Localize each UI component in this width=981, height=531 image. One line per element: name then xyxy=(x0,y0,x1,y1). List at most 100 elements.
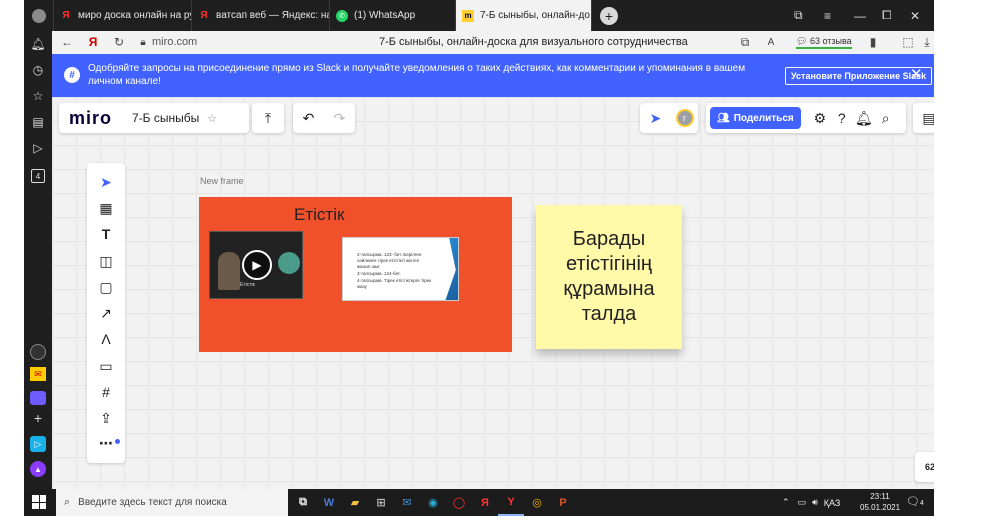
download-icon[interactable]: ⤓ xyxy=(918,35,934,50)
yandex-icon: Я xyxy=(62,10,70,21)
settings-sliders-icon[interactable]: ⚙ xyxy=(809,110,831,127)
chrome-icon[interactable]: ◎ xyxy=(524,489,550,516)
mail-icon[interactable]: ✉ xyxy=(30,367,46,381)
frame[interactable]: Етістік ▶ Етістік 2-тапсырма. 123- бет. … xyxy=(199,197,512,352)
close-window-icon[interactable]: ✕ xyxy=(910,0,920,31)
board-menu-button[interactable]: ▤ xyxy=(913,103,934,133)
users-icon: 👥︎ xyxy=(717,112,730,124)
sticky-note[interactable]: Барады етістігінің құрамына талда xyxy=(536,205,682,349)
zoom-level[interactable]: 62% xyxy=(915,452,934,482)
add-icon[interactable]: + xyxy=(31,410,45,426)
tabs-count-icon[interactable]: 4 xyxy=(31,169,45,183)
page-title: 7-Б сыныбы, онлайн-доска для визуального… xyxy=(379,36,688,48)
reviews-badge[interactable]: 💬︎ 63 отзыва xyxy=(796,36,852,49)
extensions-icon[interactable]: ⬚ xyxy=(899,35,917,49)
upload-icon: ⤒ xyxy=(264,109,272,126)
globe-image xyxy=(278,252,300,274)
mail-icon[interactable]: ✉ xyxy=(394,489,420,516)
translate-icon[interactable]: A xyxy=(762,37,780,48)
menu-icon[interactable]: ≡ xyxy=(824,0,831,31)
shape-icon[interactable]: ▢ xyxy=(96,277,116,297)
chevron-up-icon[interactable]: ⌃ xyxy=(782,497,790,508)
history-icon[interactable]: ◷ xyxy=(31,63,45,77)
profile-avatar[interactable] xyxy=(24,0,54,31)
store-icon[interactable]: ⊞ xyxy=(368,489,394,516)
alice-icon[interactable] xyxy=(30,344,46,360)
video-embed[interactable]: ▶ Етістік xyxy=(209,231,303,299)
bookmark-star-icon[interactable]: ☆ xyxy=(31,89,45,103)
slide-image[interactable]: 2-тапсырма. 123- бет. Берілген сөйлемге … xyxy=(342,237,459,301)
clock[interactable]: 23:11 05.01.2021 xyxy=(860,491,900,513)
bookmark-icon[interactable]: ▮ xyxy=(864,35,882,49)
volume-icon[interactable]: 🔊︎ xyxy=(812,497,818,508)
zen-icon[interactable]: ▷ xyxy=(30,436,46,452)
file-explorer-icon[interactable]: ▰ xyxy=(342,489,368,516)
tab-miro-search[interactable]: Я миро доска онлайн на ру xyxy=(54,0,192,31)
avatar[interactable]: г xyxy=(675,109,694,127)
windows-start-icon[interactable] xyxy=(32,495,46,509)
back-icon[interactable]: ← xyxy=(58,35,76,49)
yandex-icon[interactable]: Я xyxy=(472,489,498,516)
alice-assistant-icon[interactable]: ▲ xyxy=(30,461,46,477)
slide-line: жазу xyxy=(357,284,367,289)
edge-icon[interactable]: ◉ xyxy=(420,489,446,516)
messenger-icon[interactable] xyxy=(30,391,46,405)
board-name[interactable]: 7-Б сыныбы xyxy=(132,111,199,125)
sticky-note-icon[interactable]: ◫ xyxy=(96,251,116,271)
close-icon[interactable]: ✕ xyxy=(910,65,923,83)
redo-icon[interactable]: ↷ xyxy=(329,110,351,127)
notifications-icon[interactable]: 🔔︎ xyxy=(853,110,875,127)
star-icon[interactable]: ☆ xyxy=(207,112,217,125)
miro-canvas[interactable]: miro 7-Б сыныбы ☆ ⤒ ↶ ↷ ➤ г 👥︎ Поделиться… xyxy=(52,97,934,489)
export-button[interactable]: ⤒ xyxy=(252,103,284,133)
yandex-icon[interactable]: Я xyxy=(84,35,102,49)
word-icon[interactable]: W xyxy=(316,489,342,516)
help-icon[interactable]: ? xyxy=(831,110,853,126)
select-tool-icon[interactable]: ➤ xyxy=(96,172,116,192)
restore-icon[interactable]: ⧠ xyxy=(882,0,892,31)
tabs-overview-icon[interactable]: ⧉ xyxy=(794,0,803,31)
play-icon[interactable]: ▶ xyxy=(242,250,272,280)
tabs-icon[interactable]: ⧉ xyxy=(736,35,754,50)
frame-icon[interactable]: # xyxy=(96,382,116,402)
reload-icon[interactable]: ↻ xyxy=(110,35,128,49)
slide-line: сөйлемге тірек етістікті жіктеп xyxy=(357,258,420,263)
collections-icon[interactable]: ▤ xyxy=(31,115,45,129)
system-tray: ⌃ ▭ 🔊︎ ҚАЗ xyxy=(782,489,840,516)
more-tools-icon[interactable]: ⋯ xyxy=(96,433,116,453)
new-tab-button[interactable]: + xyxy=(600,6,618,25)
yandex-browser-icon[interactable]: Y xyxy=(498,489,524,516)
network-icon[interactable]: ▭ xyxy=(798,497,807,508)
connector-icon[interactable]: ↗ xyxy=(96,303,116,323)
address-bar: ← Я ↻ 🔒︎ miro.com 7-Б сыныбы, онлайн-дос… xyxy=(52,31,934,53)
slide-line: жазып шығ xyxy=(357,264,380,269)
tab-whatsapp[interactable]: ✆ (1) WhatsApp xyxy=(330,0,456,31)
comment-icon[interactable]: ▭ xyxy=(96,356,116,376)
tab-whatsapp-search[interactable]: Я ватсап веб — Яндекс: наш xyxy=(192,0,330,31)
share-label: Поделиться xyxy=(733,112,794,124)
task-view-icon[interactable]: ⧉ xyxy=(290,489,316,516)
tab-miro-board[interactable]: m 7-Б сыныбы, онлайн-до × xyxy=(456,0,592,31)
frame-title[interactable]: Етістік xyxy=(294,205,344,225)
sticky-text: Барады етістігінің құрамына талда xyxy=(563,228,655,325)
date: 05.01.2021 xyxy=(860,503,901,512)
opera-icon[interactable]: ◯ xyxy=(446,489,472,516)
language-indicator[interactable]: ҚАЗ xyxy=(824,498,841,508)
taskbar-search[interactable]: ⌕ Введите здесь текст для поиска xyxy=(56,489,288,516)
share-button[interactable]: 👥︎ Поделиться xyxy=(710,107,801,129)
upload-icon[interactable]: ⇪ xyxy=(96,408,116,428)
url-text[interactable]: miro.com xyxy=(152,36,197,48)
frame-label[interactable]: New frame xyxy=(200,176,244,186)
bell-icon[interactable]: 🔔︎ xyxy=(30,37,45,51)
templates-icon[interactable]: ▦ xyxy=(96,198,116,218)
undo-icon[interactable]: ↶ xyxy=(298,110,320,127)
notification-center-icon[interactable]: 🗨︎4 xyxy=(906,495,924,508)
cursor-filter-icon[interactable]: ➤ xyxy=(645,110,667,127)
minimize-icon[interactable]: — xyxy=(854,0,866,31)
pen-icon[interactable]: Λ xyxy=(96,329,116,349)
miro-logo[interactable]: miro xyxy=(69,108,112,129)
search-icon[interactable]: ⌕ xyxy=(875,110,897,127)
powerpoint-icon[interactable]: P xyxy=(550,489,576,516)
play-icon[interactable]: ▷ xyxy=(31,141,45,155)
text-tool-icon[interactable]: T xyxy=(96,224,116,244)
